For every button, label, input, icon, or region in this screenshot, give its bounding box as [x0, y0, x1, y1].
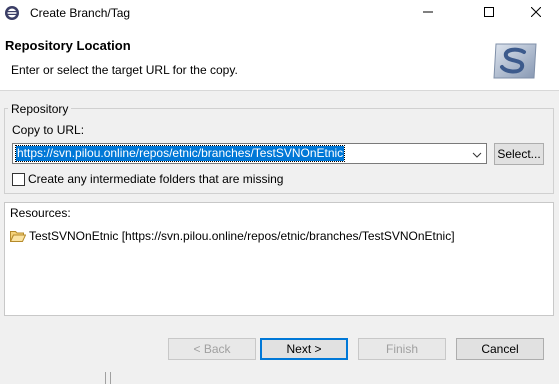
page-title: Repository Location [5, 38, 131, 53]
list-item[interactable]: TestSVNOnEtnic [https://svn.pilou.online… [9, 229, 455, 243]
folder-icon [9, 230, 27, 243]
background-divider [105, 372, 106, 384]
minimize-icon [423, 6, 433, 20]
create-folders-checkbox[interactable] [12, 173, 25, 186]
copy-to-url-label: Copy to URL: [12, 123, 85, 137]
background-divider [110, 372, 111, 384]
title-bar: Create Branch/Tag [0, 0, 559, 26]
close-icon [530, 6, 542, 20]
close-button[interactable] [513, 0, 559, 26]
subversion-logo-icon [490, 40, 540, 82]
maximize-icon [484, 6, 494, 20]
wizard-header: Repository Location Enter or select the … [0, 26, 559, 91]
url-input-value[interactable]: https://svn.pilou.online/repos/etnic/bra… [14, 145, 346, 162]
repository-group-label: Repository [8, 102, 72, 116]
next-button[interactable]: Next > [260, 338, 348, 360]
minimize-button[interactable] [405, 0, 451, 26]
resources-panel [4, 202, 554, 316]
maximize-button[interactable] [466, 0, 512, 26]
resources-label: Resources: [10, 206, 71, 220]
resource-item-label: TestSVNOnEtnic [https://svn.pilou.online… [29, 229, 455, 243]
eclipse-icon [4, 5, 20, 21]
back-button[interactable]: < Back [168, 338, 256, 360]
chevron-down-icon[interactable] [472, 149, 482, 159]
window-title: Create Branch/Tag [30, 6, 131, 20]
create-folders-label: Create any intermediate folders that are… [28, 172, 284, 186]
finish-button[interactable]: Finish [358, 338, 446, 360]
url-combo[interactable]: https://svn.pilou.online/repos/etnic/bra… [12, 143, 487, 164]
select-button[interactable]: Select... [494, 143, 544, 165]
cancel-button[interactable]: Cancel [456, 338, 544, 360]
page-description: Enter or select the target URL for the c… [11, 63, 238, 77]
